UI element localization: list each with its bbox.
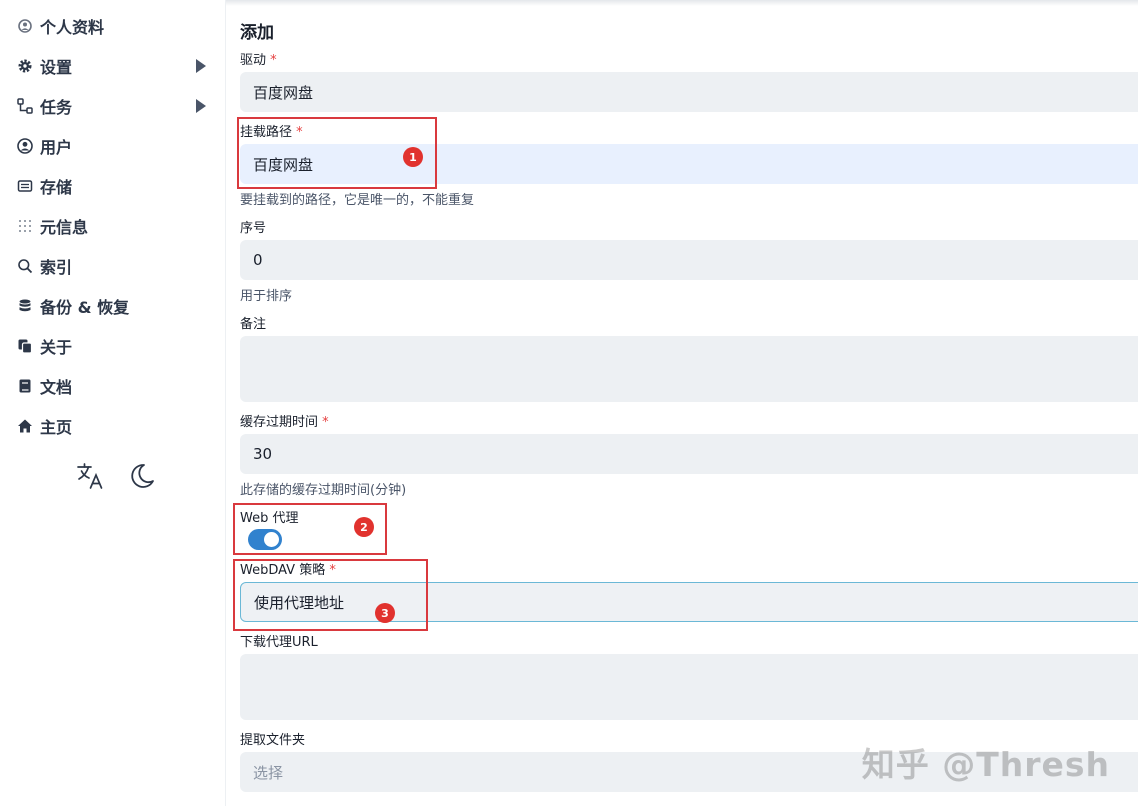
search-icon	[16, 257, 34, 275]
moon-icon[interactable]	[126, 460, 158, 492]
annotation-badge-2: 2	[354, 517, 374, 537]
sidebar-item-index[interactable]: 索引	[16, 251, 216, 281]
sidebar-item-storage[interactable]: 存储	[16, 171, 216, 201]
copy-icon	[16, 337, 34, 355]
extract-folder-label: 提取文件夹	[240, 733, 306, 748]
sidebar-item-metadata[interactable]: 元信息	[16, 211, 216, 241]
sidebar-item-label: 索引	[40, 258, 73, 277]
download-proxy-url-label: 下载代理URL	[240, 635, 318, 650]
sidebar-item-label: 主页	[40, 418, 73, 437]
cache-expiration-label: 缓存过期时间 *	[240, 415, 329, 430]
sidebar: 个人资料 设置 任务 用户 存储 元信息 索引 备份 & 恢复 关于 文档 主页	[0, 0, 226, 806]
user-circle-icon	[16, 17, 34, 35]
mount-path-help: 要挂载到的路径，它是唯一的，不能重复	[240, 193, 475, 208]
sidebar-item-label: 设置	[40, 58, 73, 77]
remark-label: 备注	[240, 317, 267, 332]
sidebar-item-label: 文档	[40, 378, 73, 397]
sidebar-item-backup-restore[interactable]: 备份 & 恢复	[16, 291, 216, 321]
expand-arrow-icon[interactable]	[196, 99, 206, 113]
sidebar-item-users[interactable]: 用户	[16, 131, 216, 161]
user-icon	[16, 137, 34, 155]
language-icon[interactable]	[74, 460, 106, 492]
database-icon	[16, 297, 34, 315]
sidebar-item-label: 备份 & 恢复	[40, 298, 130, 317]
order-input[interactable]: 0	[240, 240, 1138, 280]
sidebar-tools	[74, 460, 158, 492]
annotation-box-3	[233, 559, 428, 631]
sidebar-item-label: 存储	[40, 178, 73, 197]
annotation-badge-3: 3	[375, 603, 395, 623]
order-help: 用于排序	[240, 289, 293, 304]
annotation-badge-1: 1	[403, 147, 423, 167]
sidebar-item-label: 任务	[40, 98, 73, 117]
sidebar-item-about[interactable]: 关于	[16, 331, 216, 361]
sidebar-item-label: 个人资料	[40, 18, 105, 37]
page-title: 添加	[240, 23, 274, 43]
gear-icon	[16, 57, 34, 75]
cache-expiration-help: 此存储的缓存过期时间(分钟)	[240, 483, 407, 498]
sidebar-item-home[interactable]: 主页	[16, 411, 216, 441]
driver-select[interactable]: 百度网盘	[240, 72, 1138, 112]
sidebar-item-label: 关于	[40, 338, 73, 357]
sidebar-item-label: 元信息	[40, 218, 89, 237]
download-proxy-url-textarea[interactable]	[240, 654, 1138, 720]
sidebar-item-settings[interactable]: 设置	[16, 51, 216, 81]
storage-icon	[16, 177, 34, 195]
metadata-icon	[16, 217, 34, 235]
expand-arrow-icon[interactable]	[196, 59, 206, 73]
driver-label: 驱动 *	[240, 53, 277, 68]
cache-expiration-input[interactable]: 30	[240, 434, 1138, 474]
order-label: 序号	[240, 221, 267, 236]
sidebar-item-tasks[interactable]: 任务	[16, 91, 216, 121]
home-icon	[16, 417, 34, 435]
tasks-icon	[16, 97, 34, 115]
sidebar-item-docs[interactable]: 文档	[16, 371, 216, 401]
watermark: 知乎 @Thresh	[861, 745, 1110, 784]
book-icon	[16, 377, 34, 395]
remark-textarea[interactable]	[240, 336, 1138, 402]
sidebar-item-profile[interactable]: 个人资料	[16, 11, 216, 41]
sidebar-item-label: 用户	[40, 138, 73, 157]
